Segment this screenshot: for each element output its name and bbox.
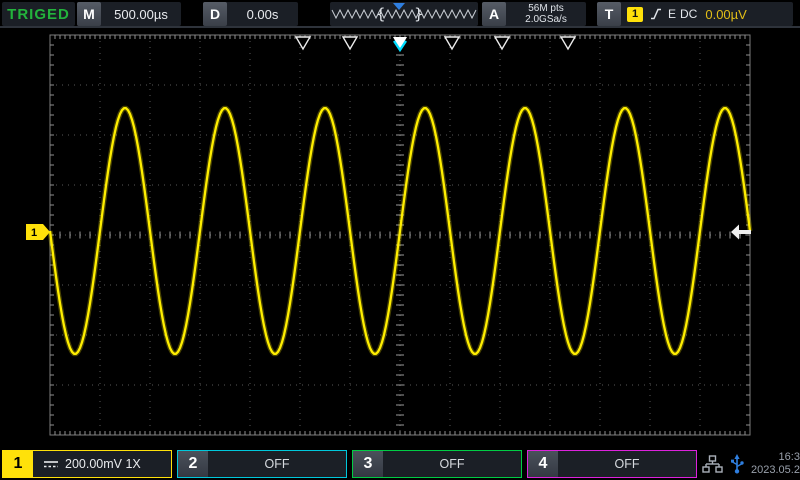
channel-1-settings: 200.00mV 1X xyxy=(33,457,171,471)
trigger-type: E xyxy=(668,7,676,21)
channel-3-status: OFF xyxy=(383,457,521,471)
trigger-status-label: TRIGED xyxy=(7,6,70,23)
trigger-level-value: 0.00µV xyxy=(705,7,746,22)
lan-icon xyxy=(702,455,723,473)
system-status-area: 16:31 2023.05.26 xyxy=(702,450,800,478)
channel-2-status: OFF xyxy=(208,457,346,471)
channel-4-status: OFF xyxy=(558,457,696,471)
rising-edge-icon xyxy=(650,7,662,21)
delay-box[interactable]: D 0.00s xyxy=(203,2,298,26)
usb-icon xyxy=(730,454,744,474)
channel-1-number: 1 xyxy=(3,451,33,477)
waveform-display: 1 xyxy=(0,28,800,449)
timebase-value: 500.00µs xyxy=(101,7,181,22)
delay-value: 0.00s xyxy=(227,7,298,22)
status-bar: TRIGED M 500.00µs D 0.00s {} A 56M pts 2… xyxy=(0,0,800,28)
trigger-source-badge: 1 xyxy=(627,7,643,22)
acquire-points: 56M pts xyxy=(528,3,564,14)
trigger-position-marker xyxy=(296,37,310,49)
delay-chip: D xyxy=(203,2,227,26)
record-preview-waveform: {} xyxy=(330,2,478,26)
preview-position-triangle-icon xyxy=(393,3,405,10)
time-value: 16:31 xyxy=(751,451,800,464)
channel-4-box[interactable]: 4 OFF xyxy=(527,450,697,478)
acquire-values: 56M pts 2.0GSa/s xyxy=(506,3,586,25)
channel-3-box[interactable]: 3 OFF xyxy=(352,450,522,478)
timebase-box[interactable]: M 500.00µs xyxy=(77,2,181,26)
timebase-chip: M xyxy=(77,2,101,26)
acquire-rate: 2.0GSa/s xyxy=(525,14,567,25)
svg-text:}: } xyxy=(414,5,424,23)
channel-2-number: 2 xyxy=(178,451,208,477)
trigger-position-marker xyxy=(561,37,575,49)
channel-2-box[interactable]: 2 OFF xyxy=(177,450,347,478)
record-preview[interactable]: {} xyxy=(330,2,478,26)
channel-1-box[interactable]: 1 200.00mV 1X xyxy=(2,450,172,478)
graticule: 1 xyxy=(0,28,800,449)
trigger-position-marker xyxy=(445,37,459,49)
trigger-position-marker xyxy=(495,37,509,49)
channel-4-number: 4 xyxy=(528,451,558,477)
trigger-status: TRIGED xyxy=(2,2,75,26)
dc-coupling-icon xyxy=(43,459,59,469)
trigger-info-box[interactable]: T 1 E DC 0.00µV xyxy=(597,2,793,26)
acquire-chip: A xyxy=(482,2,506,26)
trigger-coupling: DC xyxy=(680,7,697,21)
clock: 16:31 2023.05.26 xyxy=(751,451,800,477)
channel-1-level-marker-label: 1 xyxy=(31,227,37,239)
channel-1-level-marker[interactable] xyxy=(26,224,50,240)
date-value: 2023.05.26 xyxy=(751,464,800,477)
trigger-chip: T xyxy=(597,2,621,26)
channel-3-number: 3 xyxy=(353,451,383,477)
channel-bar: 1 200.00mV 1X 2 OFF 3 OFF 4 OFF xyxy=(0,449,800,480)
oscilloscope-screen: TRIGED M 500.00µs D 0.00s {} A 56M pts 2… xyxy=(0,0,800,480)
svg-text:{: { xyxy=(376,5,386,23)
acquire-box[interactable]: A 56M pts 2.0GSa/s xyxy=(482,2,586,26)
channel-1-scale: 200.00mV 1X xyxy=(65,457,141,471)
trigger-position-marker xyxy=(343,37,357,49)
